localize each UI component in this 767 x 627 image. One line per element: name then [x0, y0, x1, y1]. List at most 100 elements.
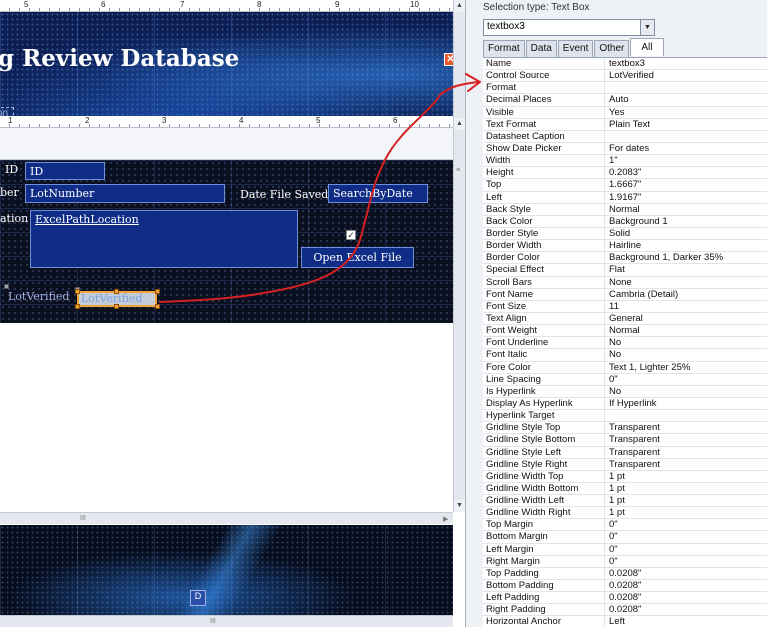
chevron-down-icon[interactable]: ▼ — [640, 20, 654, 35]
property-row[interactable]: Bottom Padding 0.0208" — [483, 580, 767, 593]
property-row[interactable]: Font Name Cambria (Detail) — [483, 288, 767, 301]
property-value[interactable]: Yes — [605, 107, 767, 118]
property-value[interactable]: 0" — [605, 519, 767, 530]
property-value[interactable]: 1 pt — [605, 471, 767, 482]
vertical-scrollbar[interactable]: ▲ ▲ ≡ ▼ — [453, 0, 465, 512]
scroll-grip-icon[interactable]: III — [210, 618, 216, 625]
property-row[interactable]: Control Source LotVerified — [483, 70, 767, 83]
property-value[interactable]: 1 pt — [605, 507, 767, 518]
property-value[interactable]: 0.0208" — [605, 604, 767, 615]
property-value[interactable]: 0.0208" — [605, 592, 767, 603]
property-row[interactable]: Top Padding 0.0208" — [483, 567, 767, 581]
scroll-down-icon[interactable]: ▼ — [454, 500, 465, 512]
property-value[interactable]: Hairline — [605, 240, 767, 251]
id-textbox[interactable]: ID — [25, 162, 105, 180]
form-title-label[interactable]: g Review Database — [0, 45, 239, 72]
scroll-up-icon[interactable]: ▲ — [454, 118, 465, 130]
excelpath-textbox[interactable]: ExcelPathLocation — [30, 210, 298, 268]
selection-object-combobox[interactable]: textbox3 ▼ — [483, 19, 655, 36]
property-value[interactable]: 0" — [605, 544, 767, 555]
property-value[interactable]: Flat — [605, 264, 767, 275]
property-row[interactable]: Gridline Style Top Transparent — [483, 422, 767, 435]
property-row[interactable]: Bottom Margin 0" — [483, 531, 767, 544]
property-row[interactable]: Is Hyperlink No — [483, 385, 767, 398]
tab-data[interactable]: Data — [525, 40, 557, 57]
property-row[interactable]: Gridline Width Right 1 pt — [483, 507, 767, 520]
property-row[interactable]: Height 0.2083" — [483, 167, 767, 180]
property-row[interactable]: Gridline Style Right Transparent — [483, 458, 767, 471]
scroll-right-icon[interactable]: ▶ — [443, 515, 448, 523]
scroll-grip-icon[interactable]: III — [80, 515, 86, 522]
property-value[interactable]: Normal — [605, 204, 767, 215]
property-row[interactable]: Gridline Width Left 1 pt — [483, 495, 767, 508]
form-design-surface[interactable]: 5 6 7 8 9 10 g Review Database ✕ on 1 2 … — [0, 0, 465, 627]
lotverified-label[interactable]: LotVerified — [8, 290, 69, 303]
resize-handle[interactable] — [75, 304, 80, 309]
property-row[interactable]: Right Padding 0.0208" — [483, 604, 767, 617]
property-value[interactable]: 0" — [605, 374, 767, 385]
property-value[interactable]: 1" — [605, 155, 767, 166]
property-value[interactable]: Transparent — [605, 434, 767, 445]
tab-format[interactable]: Format — [483, 40, 525, 57]
lotnumber-label[interactable]: ber — [0, 186, 19, 199]
property-row[interactable]: Horizontal Anchor Left — [483, 616, 767, 627]
property-value[interactable]: 1 pt — [605, 495, 767, 506]
form-footer-section[interactable] — [0, 525, 453, 615]
property-value[interactable]: textbox3 — [605, 58, 767, 69]
property-row[interactable]: Gridline Style Left Transparent — [483, 446, 767, 459]
property-value[interactable]: Background 1 — [605, 216, 767, 227]
property-row[interactable]: Top Margin 0" — [483, 519, 767, 532]
horizontal-scrollbar-footer[interactable]: III — [0, 615, 453, 627]
id-label[interactable]: ID — [5, 163, 18, 176]
property-row[interactable]: Special Effect Flat — [483, 264, 767, 277]
property-row[interactable]: Gridline Style Bottom Transparent — [483, 434, 767, 447]
empty-form-area[interactable] — [0, 323, 453, 512]
horizontal-scrollbar[interactable]: III ▶ — [0, 512, 453, 524]
property-row[interactable]: Datasheet Caption — [483, 130, 767, 143]
checkbox[interactable]: ✓ — [346, 230, 356, 240]
property-row[interactable]: Display As Hyperlink If Hyperlink — [483, 397, 767, 411]
excelpath-label[interactable]: ation — [0, 212, 28, 225]
property-value[interactable]: None — [605, 277, 767, 288]
property-value[interactable]: 0.0208" — [605, 568, 767, 579]
resize-handle[interactable] — [114, 304, 119, 309]
property-value[interactable]: 0.0208" — [605, 580, 767, 591]
property-value[interactable]: Solid — [605, 228, 767, 239]
property-value[interactable] — [605, 131, 767, 142]
searchbydate-textbox[interactable]: SearchByDate — [328, 184, 428, 203]
property-row[interactable]: Left 1.9167" — [483, 191, 767, 204]
property-row[interactable]: Gridline Width Bottom 1 pt — [483, 482, 767, 496]
property-row[interactable]: Font Weight Normal — [483, 325, 767, 338]
property-row[interactable]: Border Width Hairline — [483, 240, 767, 253]
property-value[interactable]: 11 — [605, 301, 767, 312]
property-row[interactable]: Font Size 11 — [483, 300, 767, 313]
property-value[interactable]: Text 1, Lighter 25% — [605, 362, 767, 373]
form-header-section[interactable]: g Review Database ✕ on — [0, 12, 453, 116]
footer-control-stub[interactable]: D — [190, 590, 206, 606]
property-value[interactable]: Left — [605, 616, 767, 627]
property-row[interactable]: Text Align General — [483, 312, 767, 326]
property-row[interactable]: Scroll Bars None — [483, 276, 767, 289]
tab-event[interactable]: Event — [557, 40, 594, 57]
property-row[interactable]: Back Color Background 1 — [483, 215, 767, 228]
property-value[interactable]: 1 pt — [605, 483, 767, 494]
property-value[interactable]: No — [605, 349, 767, 360]
scroll-up-icon[interactable]: ▲ — [454, 0, 465, 12]
property-value[interactable]: LotVerified — [605, 70, 767, 81]
property-row[interactable]: Width 1" — [483, 155, 767, 168]
property-row[interactable]: Left Margin 0" — [483, 543, 767, 556]
property-row[interactable]: Name textbox3 — [483, 58, 767, 71]
property-row[interactable]: Border Style Solid — [483, 227, 767, 241]
property-row[interactable]: Format — [483, 82, 767, 95]
resize-handle[interactable] — [114, 289, 119, 294]
property-value[interactable]: Auto — [605, 94, 767, 105]
resize-handle[interactable] — [75, 289, 80, 294]
property-value[interactable] — [605, 410, 767, 421]
close-icon[interactable]: ✕ — [444, 53, 453, 66]
property-row[interactable]: Fore Color Text 1, Lighter 25% — [483, 361, 767, 374]
tab-other[interactable]: Other — [594, 40, 630, 57]
lotnumber-textbox[interactable]: LotNumber — [25, 184, 225, 203]
property-value[interactable]: Transparent — [605, 447, 767, 458]
resize-handle[interactable] — [155, 304, 160, 309]
property-row[interactable]: Visible Yes — [483, 106, 767, 119]
